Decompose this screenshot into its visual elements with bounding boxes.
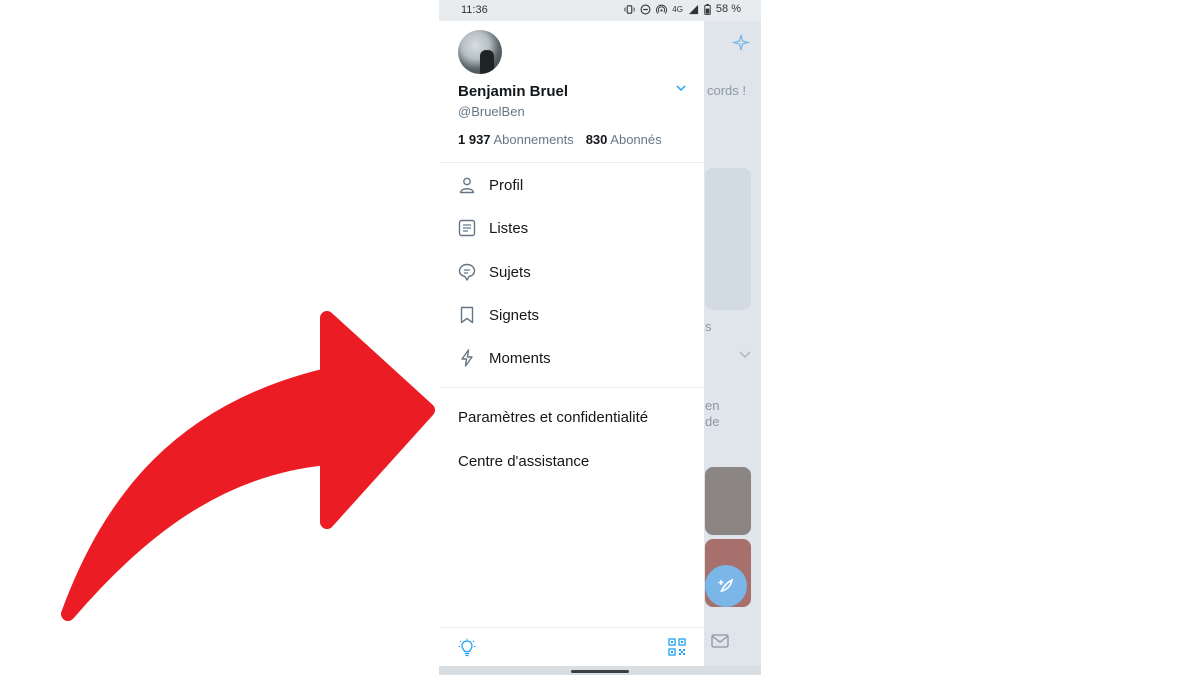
followers-count: 830	[585, 132, 608, 147]
menu-item-listes[interactable]: Listes	[439, 208, 704, 248]
avatar[interactable]	[458, 30, 502, 74]
menu-item-moments[interactable]: Moments	[439, 338, 704, 378]
home-gesture-pill[interactable]	[571, 670, 629, 673]
chevron-down-icon[interactable]	[675, 83, 687, 93]
person-icon	[458, 176, 476, 194]
menu-item-signets[interactable]: Signets	[439, 295, 704, 335]
lightbulb-icon[interactable]	[458, 638, 476, 658]
compose-tweet-button[interactable]	[705, 565, 747, 607]
bookmark-icon	[458, 306, 476, 324]
user-handle: @BruelBen	[458, 104, 525, 119]
menu-item-label: Listes	[489, 219, 529, 237]
background-text: s	[705, 319, 712, 334]
following-label: Abonnements	[493, 132, 574, 147]
followers-link[interactable]: 830 Abonnés	[586, 132, 662, 147]
menu-item-sujets[interactable]: Sujets	[439, 252, 704, 292]
divider	[439, 162, 704, 163]
status-bar: 11:36 4G 58 %	[439, 0, 761, 21]
background-text: de	[705, 414, 720, 429]
followers-label: Abonnés	[610, 132, 662, 147]
vibrate-icon	[624, 4, 635, 14]
red-arrow-graphic	[0, 0, 440, 675]
following-count: 1 937	[458, 132, 491, 147]
battery-level: 58 %	[715, 3, 741, 15]
lightning-icon	[458, 349, 476, 367]
phone-screen: 11:36 4G 58 % cords ! s en de Benjamin B…	[439, 0, 761, 675]
chevron-down-icon	[739, 351, 751, 358]
signal-icon	[688, 4, 699, 14]
topics-icon	[458, 263, 476, 281]
sparkle-icon	[732, 34, 751, 51]
network-type: 4G	[672, 4, 683, 14]
battery-icon	[704, 3, 711, 15]
list-icon	[458, 219, 476, 237]
divider	[439, 387, 704, 388]
menu-item-label: Profil	[489, 176, 524, 194]
hotspot-icon	[656, 4, 668, 14]
background-text: en	[705, 398, 720, 413]
menu-item-profil[interactable]: Profil	[439, 165, 704, 205]
following-link[interactable]: 1 937 Abonnements	[458, 132, 574, 147]
navigation-drawer: Benjamin Bruel @BruelBen 1 937 Abonnemen…	[439, 21, 704, 666]
status-time: 11:36	[461, 4, 488, 16]
background-image	[705, 467, 751, 535]
settings-privacy-link[interactable]: Paramètres et confidentialité	[458, 409, 648, 426]
follow-stats: 1 937 Abonnements 830 Abonnés	[458, 132, 662, 147]
feather-plus-icon	[718, 578, 734, 593]
help-center-link[interactable]: Centre d'assistance	[458, 453, 589, 470]
messages-icon[interactable]	[711, 634, 729, 648]
menu-item-label: Sujets	[489, 263, 531, 281]
menu-item-label: Signets	[489, 306, 540, 324]
display-name[interactable]: Benjamin Bruel	[458, 83, 568, 100]
menu-item-label: Moments	[489, 349, 551, 367]
qr-code-icon[interactable]	[668, 638, 686, 656]
background-image	[705, 168, 751, 310]
drawer-bottom-bar	[439, 627, 704, 667]
red-arrow-shape	[61, 311, 435, 621]
background-text: cords !	[707, 83, 747, 98]
do-not-disturb-icon	[640, 4, 651, 14]
